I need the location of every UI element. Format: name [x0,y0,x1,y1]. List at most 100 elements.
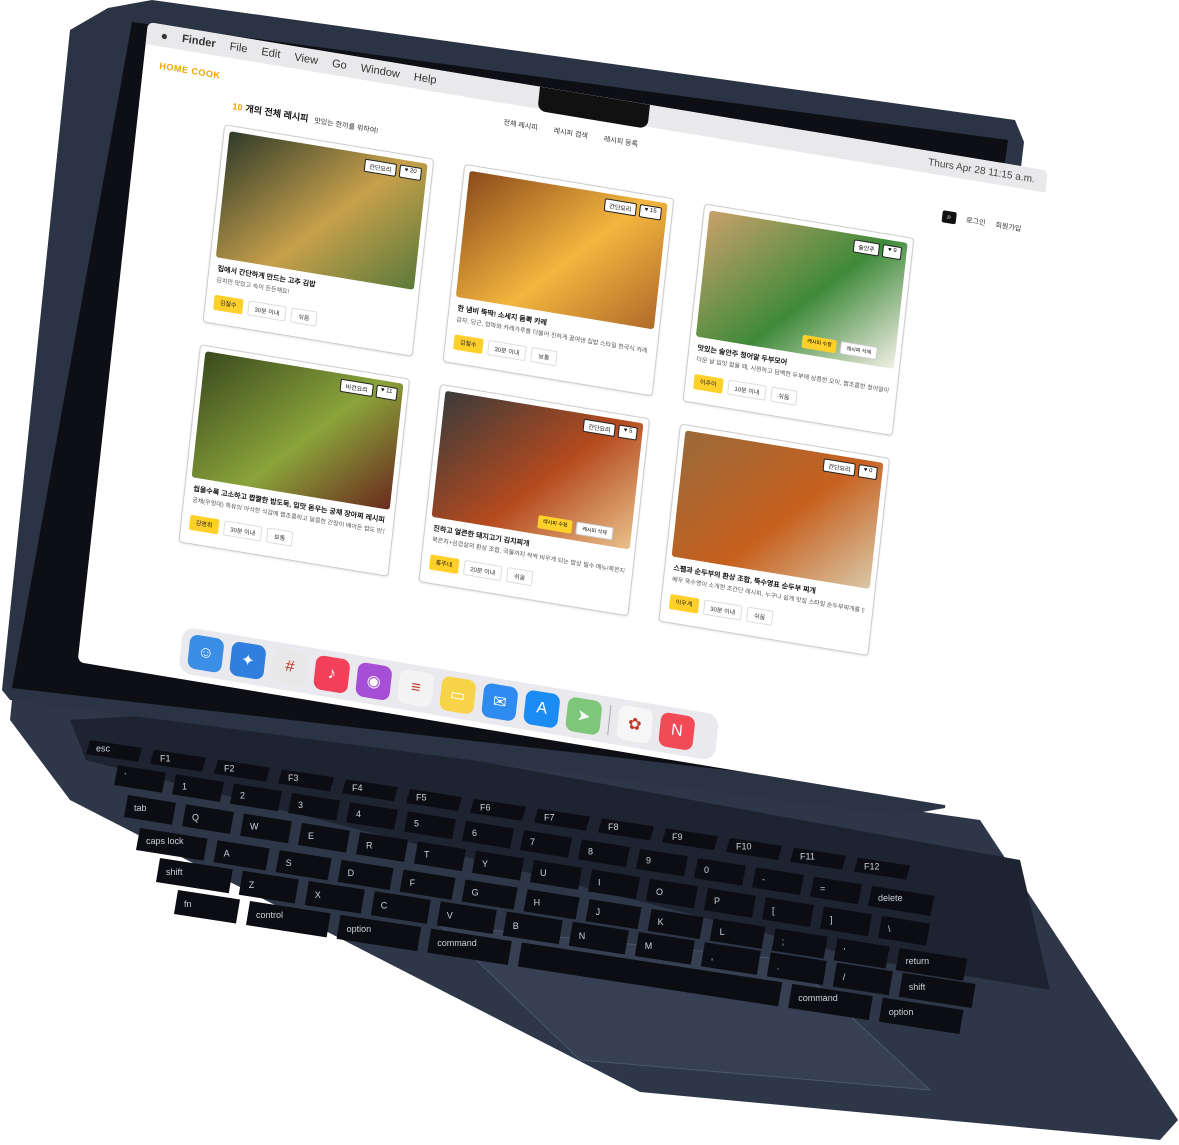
dock-separator [607,705,612,736]
keyboard-key-label: H [534,897,541,907]
recipe-card[interactable]: 간단요리 ♥ 0 스팸과 순두부의 환상 조합, 뚝수영표 순두부 찌개 배우 … [658,423,891,657]
signup-link[interactable]: 회원가입 [995,220,1022,234]
keyboard-key-label: B [513,921,519,931]
keyboard-key-label: delete [878,893,903,903]
time-pill: 30분 이내 [486,339,528,362]
author-badge: 홍주네 [428,554,460,574]
keyboard-key-label: 1 [182,781,187,791]
safari-icon[interactable]: ✦ [228,640,267,681]
menu-help[interactable]: Help [413,71,437,87]
nav-recipe-search[interactable]: 레시피 검색 [553,126,588,142]
menu-finder[interactable]: Finder [181,33,216,51]
keyboard-key-label: 5 [414,819,419,829]
auth-area: ⌕ 로그인 회원가입 [941,210,1022,235]
keyboard-key-label: option [889,1007,914,1017]
mail-icon[interactable]: ✉ [480,682,519,722]
keyboard-key-label: Y [482,859,488,869]
keyboard-key-label: P [714,896,720,906]
keyboard-key-label: S [286,858,292,868]
keyboard-key-label: F9 [672,832,683,842]
keyboard-key-label: return [906,956,930,966]
page-subtitle: 맛있는 한끼를 위하여! [313,117,379,136]
login-link[interactable]: 로그인 [966,215,986,228]
level-pill: 보통 [530,347,558,367]
finder-icon[interactable]: ☺ [186,633,225,674]
recipe-card[interactable]: 술안주 ♥ 9 맛있는 술안주 청어알 두부모어 더운 날 입맛 없을 때, 시… [682,203,915,437]
recipe-photo[interactable] [215,131,428,290]
menu-edit[interactable]: Edit [261,46,281,61]
like-count-value: 9 [892,247,897,255]
keyboard-key-label: F11 [800,852,815,862]
keyboard-key-label: N [579,931,586,941]
heart-icon: ♥ [644,206,649,214]
like-count[interactable]: ♥ 0 [857,464,878,481]
recipe-card[interactable]: 비건요리 ♥ 11 씹을수록 고소하고 짭짤한 밥도둑, 입맛 돋우는 궁채 장… [178,344,411,577]
keyboard-key-label: G [472,888,479,898]
recipe-card[interactable]: 간단요리 ♥ 5 진하고 얼큰한 돼지고기 김치찌개 묵은지+삼겹살의 환상 조… [418,383,651,617]
recipe-card[interactable]: 간단요리 ♥ 20 집에서 간단하게 만드는 고추 김밥 김치만 맛있고 속이 … [202,124,435,357]
level-pill: 쉬움 [290,307,318,327]
keyboard-key-label: F10 [736,842,752,852]
level-pill: 보통 [266,527,294,547]
recipe-photo[interactable] [671,430,884,590]
keyboard-key-label: 2 [240,791,245,801]
keyboard-key-label: shift [909,982,926,992]
keyboard-key-label: A [224,848,230,858]
like-count[interactable]: ♥ 9 [882,244,903,261]
keyboard-key-label: 3 [298,800,303,810]
apple-menu-icon[interactable]: ● [160,28,169,43]
keyboard-key-label: shift [166,867,183,877]
recipe-meta: 이주이 10분 이내 쉬움 [693,373,798,406]
time-pill: 30분 이내 [702,599,743,621]
news-icon[interactable]: N [657,711,696,752]
slack-icon[interactable]: # [270,647,309,688]
photos-icon[interactable]: ✿ [615,704,654,745]
menu-view[interactable]: View [294,51,319,67]
recipe-meta: 이우게 30분 이내 쉬움 [668,593,774,626]
heart-icon: ♥ [887,246,892,254]
app-store-icon[interactable]: A [522,689,561,729]
keyboard-key-label: , [711,951,714,961]
keyboard-key-label: = [820,884,825,894]
page-title-text: 개의 전체 레시피 [244,103,309,124]
keyboard-key-label: caps lock [146,836,184,846]
maps-icon[interactable]: ➤ [564,696,603,736]
search-icon[interactable]: ⌕ [941,210,957,225]
keyboard-key-label: 6 [472,828,477,838]
site-logo[interactable]: HOME COOK [159,61,221,81]
recipe-meta: 김철수 30분 이내 보통 [453,334,558,367]
keyboard-key-label: control [256,910,283,920]
keyboard-key-label: F5 [416,793,427,803]
recipe-photo[interactable] [191,351,404,510]
time-pill: 30분 이내 [222,520,263,542]
recipe-meta: 김철수 30분 이내 쉬움 [213,294,318,327]
keyboard-key-label: K [658,917,664,927]
recipe-meta: 홍주네 20분 이내 쉬움 [428,554,534,587]
menu-file[interactable]: File [229,41,248,56]
keyboard-key-label: F6 [480,803,491,813]
keyboard-key-label: ' [844,946,846,956]
keyboard-key-label: 7 [530,837,535,847]
keyboard-key-label: fn [184,899,192,909]
recipe-card[interactable]: 간단요리 ♥ 15 한 냄비 뚝딱! 소세지 듬뿍 카레 감자, 당근, 양파와… [442,163,675,397]
nav-recipe-register[interactable]: 레시피 등록 [603,134,638,150]
level-pill: 쉬움 [746,606,774,626]
like-count-value: 11 [385,388,393,396]
keyboard-key-label: F8 [608,822,619,832]
nav-all-recipes[interactable]: 전체 레시피 [503,117,538,133]
level-pill: 쉬움 [506,567,534,587]
author-badge: 이우게 [668,593,700,614]
podcasts-icon[interactable]: ◉ [354,661,393,702]
like-count[interactable]: ♥ 5 [617,424,638,441]
keyboard-key-label: L [720,927,725,937]
keyboard-key-label: esc [96,744,111,754]
menu-go[interactable]: Go [331,58,347,72]
like-count-value: 15 [649,207,657,215]
keyboard-key-label: command [437,938,477,948]
keyboard-key-label: ] [830,915,833,925]
music-icon[interactable]: ♪ [312,654,351,695]
reminders-icon[interactable]: ≡ [396,668,435,709]
menu-window[interactable]: Window [360,62,400,80]
notes-icon[interactable]: ▭ [438,675,477,716]
recipe-photo[interactable] [455,170,668,330]
